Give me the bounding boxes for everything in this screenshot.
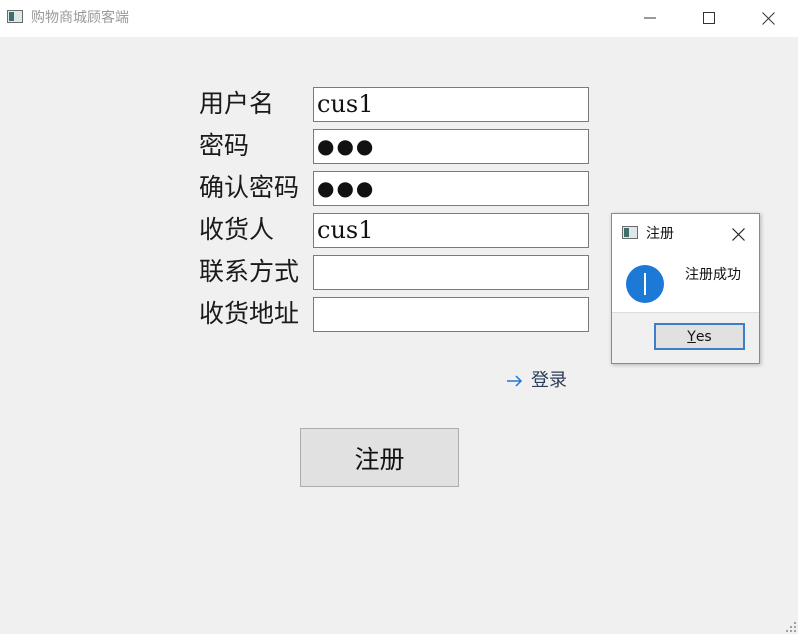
confirm-password-label: 确认密码 xyxy=(199,173,300,202)
dialog-footer: Yes xyxy=(612,312,759,363)
contact-label: 联系方式 xyxy=(199,257,300,286)
dialog-title: 注册 xyxy=(646,226,674,242)
dialog-close-button[interactable] xyxy=(726,223,750,245)
arrow-right-icon xyxy=(507,375,523,387)
confirm-password-field[interactable]: ●●● xyxy=(313,171,589,206)
login-link[interactable]: 登录 xyxy=(507,369,567,393)
username-label: 用户名 xyxy=(199,89,275,118)
dialog-message: 注册成功 xyxy=(685,267,741,283)
info-icon xyxy=(626,265,664,303)
app-icon xyxy=(7,10,23,23)
close-icon xyxy=(731,227,745,241)
contact-field[interactable] xyxy=(313,255,589,290)
receiver-field[interactable]: cus1 xyxy=(313,213,589,248)
size-grip-icon[interactable] xyxy=(786,622,796,632)
yes-button-mnemonic: Y xyxy=(687,328,696,345)
maximize-button[interactable] xyxy=(686,0,732,36)
register-button-label: 注册 xyxy=(354,444,405,474)
maximize-icon xyxy=(703,12,715,24)
address-label: 收货地址 xyxy=(199,299,300,328)
yes-button[interactable]: Yes xyxy=(654,323,745,350)
minimize-icon xyxy=(644,17,656,19)
receiver-label: 收货人 xyxy=(199,215,275,244)
message-dialog: 注册 注册成功 Yes xyxy=(611,213,760,364)
window-title: 购物商城顾客端 xyxy=(31,10,129,26)
address-field[interactable] xyxy=(313,297,589,332)
login-link-label: 登录 xyxy=(531,370,567,391)
password-label: 密码 xyxy=(199,131,250,160)
username-field[interactable]: cus1 xyxy=(313,87,589,122)
minimize-button[interactable] xyxy=(627,0,673,36)
password-field[interactable]: ●●● xyxy=(313,129,589,164)
close-button[interactable] xyxy=(745,0,791,36)
register-button[interactable]: 注册 xyxy=(300,428,459,487)
dialog-app-icon xyxy=(622,226,638,239)
title-bar: 购物商城顾客端 xyxy=(0,0,798,37)
yes-button-label: es xyxy=(695,328,712,345)
close-icon xyxy=(761,11,775,25)
